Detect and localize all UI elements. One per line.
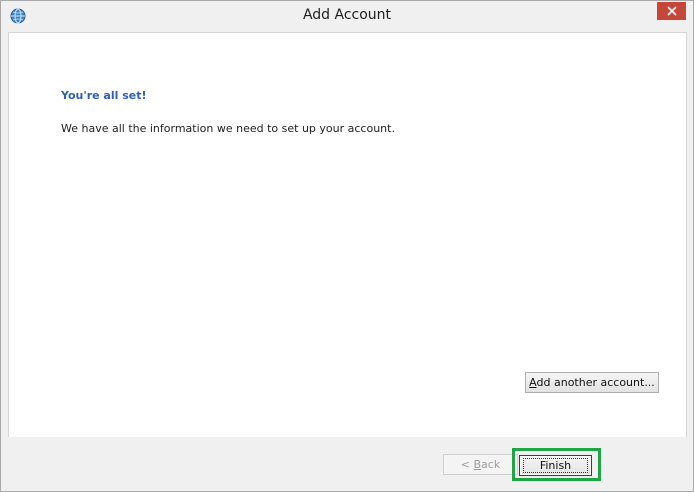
title-bar: Add Account	[1, 1, 693, 32]
back-label: ack	[481, 458, 501, 471]
close-button[interactable]	[657, 2, 686, 20]
content-panel: You're all set! We have all the informat…	[8, 32, 687, 438]
button-footer: < Back Finish	[8, 437, 687, 485]
window-title: Add Account	[302, 7, 392, 23]
add-another-label: dd another account...	[536, 376, 655, 389]
back-button[interactable]: < Back	[443, 454, 518, 475]
back-prefix: <	[460, 458, 474, 471]
status-message: We have all the information we need to s…	[61, 122, 395, 135]
finish-label: Finish	[539, 459, 572, 472]
finish-button[interactable]: Finish	[519, 455, 592, 476]
add-account-dialog: Add Account You're all set! We have all …	[0, 0, 694, 492]
add-another-account-button[interactable]: Add another account...	[525, 372, 659, 393]
page-heading: You're all set!	[61, 89, 147, 102]
close-icon	[666, 6, 677, 16]
add-another-access-key: A	[529, 376, 537, 389]
back-access-key: B	[473, 458, 482, 471]
